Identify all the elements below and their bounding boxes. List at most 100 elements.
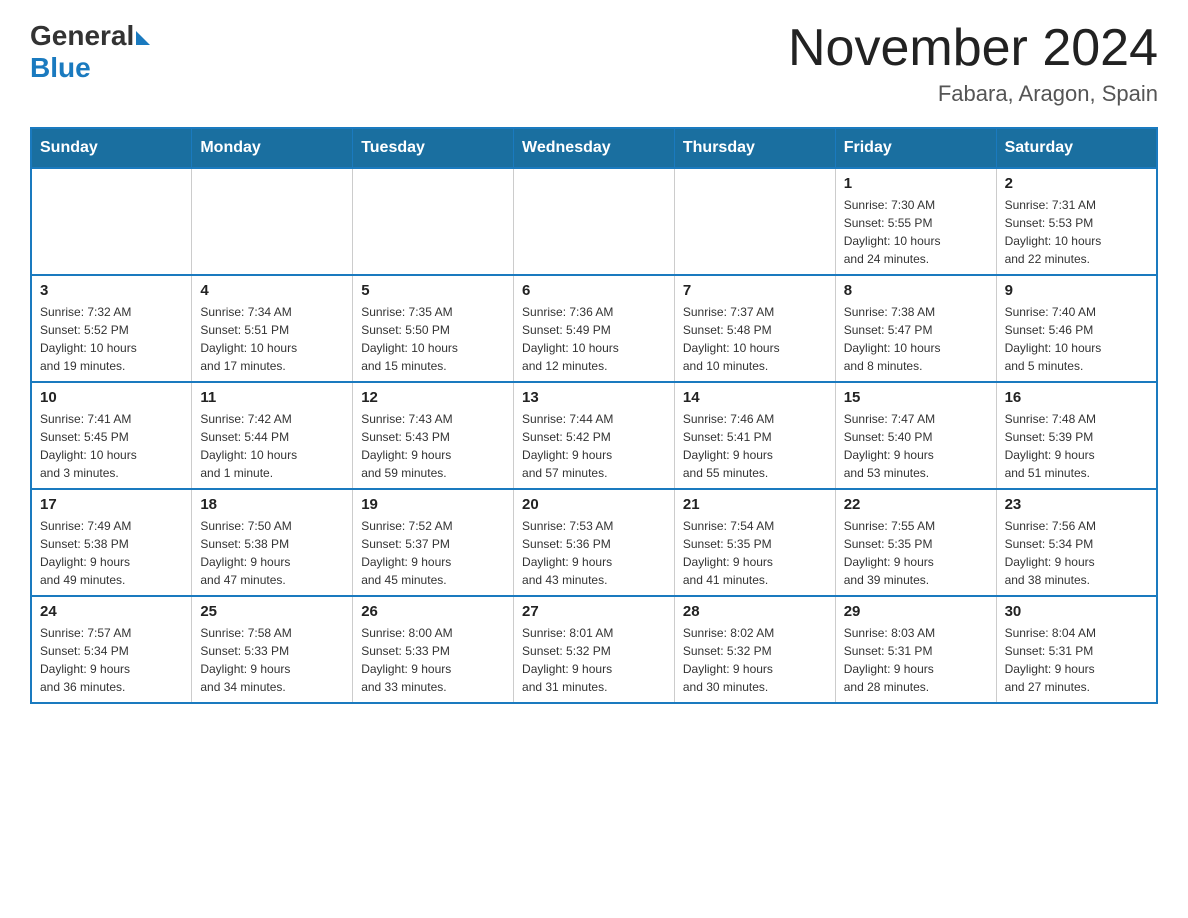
day-info: Sunrise: 7:56 AM Sunset: 5:34 PM Dayligh… xyxy=(1005,517,1148,589)
day-cell: 10 Sunrise: 7:41 AM Sunset: 5:45 PM Dayli… xyxy=(31,382,192,489)
day-cell xyxy=(353,168,514,275)
day-number: 19 xyxy=(361,496,505,513)
day-cell: 14Sunrise: 7:46 AM Sunset: 5:41 PM Dayli… xyxy=(674,382,835,489)
day-info: Sunrise: 7:37 AM Sunset: 5:48 PM Dayligh… xyxy=(683,303,827,375)
day-info: Sunrise: 8:03 AM Sunset: 5:31 PM Dayligh… xyxy=(844,624,988,696)
day-info: Sunrise: 7:40 AM Sunset: 5:46 PM Dayligh… xyxy=(1005,303,1148,375)
day-cell: 3 Sunrise: 7:32 AM Sunset: 5:52 PM Daylig… xyxy=(31,275,192,382)
day-number: 1 xyxy=(844,175,988,192)
logo-row1: General xyxy=(30,20,150,52)
day-info: Sunrise: 7:54 AM Sunset: 5:35 PM Dayligh… xyxy=(683,517,827,589)
day-number: 21 xyxy=(683,496,827,513)
day-cell xyxy=(192,168,353,275)
calendar-table: SundayMondayTuesdayWednesdayThursdayFrid… xyxy=(30,127,1158,704)
day-info: Sunrise: 8:01 AM Sunset: 5:32 PM Dayligh… xyxy=(522,624,666,696)
day-number: 4 xyxy=(200,282,344,299)
day-info: Sunrise: 7:50 AM Sunset: 5:38 PM Dayligh… xyxy=(200,517,344,589)
day-header-thursday: Thursday xyxy=(674,128,835,168)
page-header: General Blue November 2024 Fabara, Arago… xyxy=(30,20,1158,107)
logo-blue: Blue xyxy=(30,52,91,83)
day-number: 22 xyxy=(844,496,988,513)
day-number: 13 xyxy=(522,389,666,406)
day-cell: 24Sunrise: 7:57 AM Sunset: 5:34 PM Dayli… xyxy=(31,596,192,703)
day-cell: 7 Sunrise: 7:37 AM Sunset: 5:48 PM Daylig… xyxy=(674,275,835,382)
day-number: 3 xyxy=(40,282,183,299)
day-cell xyxy=(514,168,675,275)
day-cell: 12 Sunrise: 7:43 AM Sunset: 5:43 PM Dayli… xyxy=(353,382,514,489)
day-cell: 18Sunrise: 7:50 AM Sunset: 5:38 PM Dayli… xyxy=(192,489,353,596)
day-cell: 22Sunrise: 7:55 AM Sunset: 5:35 PM Dayli… xyxy=(835,489,996,596)
day-info: Sunrise: 8:04 AM Sunset: 5:31 PM Dayligh… xyxy=(1005,624,1148,696)
day-info: Sunrise: 7:47 AM Sunset: 5:40 PM Dayligh… xyxy=(844,410,988,482)
day-number: 20 xyxy=(522,496,666,513)
day-cell: 19 Sunrise: 7:52 AM Sunset: 5:37 PM Dayli… xyxy=(353,489,514,596)
day-info: Sunrise: 7:46 AM Sunset: 5:41 PM Dayligh… xyxy=(683,410,827,482)
day-number: 30 xyxy=(1005,603,1148,620)
day-number: 7 xyxy=(683,282,827,299)
day-info: Sunrise: 7:53 AM Sunset: 5:36 PM Dayligh… xyxy=(522,517,666,589)
week-row-1: 1 Sunrise: 7:30 AM Sunset: 5:55 PM Daylig… xyxy=(31,168,1157,275)
day-info: Sunrise: 7:31 AM Sunset: 5:53 PM Dayligh… xyxy=(1005,196,1148,268)
day-cell: 26 Sunrise: 8:00 AM Sunset: 5:33 PM Dayli… xyxy=(353,596,514,703)
day-info: Sunrise: 8:00 AM Sunset: 5:33 PM Dayligh… xyxy=(361,624,505,696)
day-info: Sunrise: 7:48 AM Sunset: 5:39 PM Dayligh… xyxy=(1005,410,1148,482)
day-cell: 1 Sunrise: 7:30 AM Sunset: 5:55 PM Daylig… xyxy=(835,168,996,275)
day-info: Sunrise: 7:35 AM Sunset: 5:50 PM Dayligh… xyxy=(361,303,505,375)
header-row: SundayMondayTuesdayWednesdayThursdayFrid… xyxy=(31,128,1157,168)
day-info: Sunrise: 7:34 AM Sunset: 5:51 PM Dayligh… xyxy=(200,303,344,375)
day-cell: 4 Sunrise: 7:34 AM Sunset: 5:51 PM Daylig… xyxy=(192,275,353,382)
logo-general: General xyxy=(30,20,134,52)
day-number: 25 xyxy=(200,603,344,620)
day-cell: 16 Sunrise: 7:48 AM Sunset: 5:39 PM Dayli… xyxy=(996,382,1157,489)
day-cell: 30 Sunrise: 8:04 AM Sunset: 5:31 PM Dayli… xyxy=(996,596,1157,703)
day-info: Sunrise: 7:52 AM Sunset: 5:37 PM Dayligh… xyxy=(361,517,505,589)
day-cell: 20 Sunrise: 7:53 AM Sunset: 5:36 PM Dayli… xyxy=(514,489,675,596)
day-info: Sunrise: 7:49 AM Sunset: 5:38 PM Dayligh… xyxy=(40,517,183,589)
day-header-sunday: Sunday xyxy=(31,128,192,168)
week-row-5: 24Sunrise: 7:57 AM Sunset: 5:34 PM Dayli… xyxy=(31,596,1157,703)
day-header-monday: Monday xyxy=(192,128,353,168)
day-info: Sunrise: 7:58 AM Sunset: 5:33 PM Dayligh… xyxy=(200,624,344,696)
day-info: Sunrise: 7:41 AM Sunset: 5:45 PM Dayligh… xyxy=(40,410,183,482)
day-number: 26 xyxy=(361,603,505,620)
day-cell: 25 Sunrise: 7:58 AM Sunset: 5:33 PM Dayli… xyxy=(192,596,353,703)
day-cell: 15Sunrise: 7:47 AM Sunset: 5:40 PM Dayli… xyxy=(835,382,996,489)
day-header-tuesday: Tuesday xyxy=(353,128,514,168)
day-cell: 29Sunrise: 8:03 AM Sunset: 5:31 PM Dayli… xyxy=(835,596,996,703)
day-number: 12 xyxy=(361,389,505,406)
day-header-saturday: Saturday xyxy=(996,128,1157,168)
week-row-2: 3 Sunrise: 7:32 AM Sunset: 5:52 PM Daylig… xyxy=(31,275,1157,382)
day-cell xyxy=(674,168,835,275)
title-section: November 2024 Fabara, Aragon, Spain xyxy=(788,20,1158,107)
day-cell: 21 Sunrise: 7:54 AM Sunset: 5:35 PM Dayli… xyxy=(674,489,835,596)
day-cell: 6 Sunrise: 7:36 AM Sunset: 5:49 PM Daylig… xyxy=(514,275,675,382)
day-cell: 9 Sunrise: 7:40 AM Sunset: 5:46 PM Daylig… xyxy=(996,275,1157,382)
day-info: Sunrise: 7:36 AM Sunset: 5:49 PM Dayligh… xyxy=(522,303,666,375)
day-cell: 23 Sunrise: 7:56 AM Sunset: 5:34 PM Dayli… xyxy=(996,489,1157,596)
day-number: 10 xyxy=(40,389,183,406)
day-cell: 2Sunrise: 7:31 AM Sunset: 5:53 PM Daylig… xyxy=(996,168,1157,275)
day-cell: 28 Sunrise: 8:02 AM Sunset: 5:32 PM Dayli… xyxy=(674,596,835,703)
day-cell: 13 Sunrise: 7:44 AM Sunset: 5:42 PM Dayli… xyxy=(514,382,675,489)
day-number: 9 xyxy=(1005,282,1148,299)
day-number: 16 xyxy=(1005,389,1148,406)
day-number: 23 xyxy=(1005,496,1148,513)
day-cell xyxy=(31,168,192,275)
day-info: Sunrise: 7:32 AM Sunset: 5:52 PM Dayligh… xyxy=(40,303,183,375)
day-header-friday: Friday xyxy=(835,128,996,168)
week-row-3: 10 Sunrise: 7:41 AM Sunset: 5:45 PM Dayli… xyxy=(31,382,1157,489)
day-info: Sunrise: 7:43 AM Sunset: 5:43 PM Dayligh… xyxy=(361,410,505,482)
logo-arrow-icon xyxy=(136,31,150,45)
day-cell: 17Sunrise: 7:49 AM Sunset: 5:38 PM Dayli… xyxy=(31,489,192,596)
week-row-4: 17Sunrise: 7:49 AM Sunset: 5:38 PM Dayli… xyxy=(31,489,1157,596)
location: Fabara, Aragon, Spain xyxy=(788,81,1158,107)
day-number: 8 xyxy=(844,282,988,299)
day-info: Sunrise: 7:30 AM Sunset: 5:55 PM Dayligh… xyxy=(844,196,988,268)
day-number: 11 xyxy=(200,389,344,406)
day-number: 6 xyxy=(522,282,666,299)
day-number: 28 xyxy=(683,603,827,620)
day-number: 24 xyxy=(40,603,183,620)
day-info: Sunrise: 7:38 AM Sunset: 5:47 PM Dayligh… xyxy=(844,303,988,375)
day-info: Sunrise: 7:44 AM Sunset: 5:42 PM Dayligh… xyxy=(522,410,666,482)
day-info: Sunrise: 8:02 AM Sunset: 5:32 PM Dayligh… xyxy=(683,624,827,696)
